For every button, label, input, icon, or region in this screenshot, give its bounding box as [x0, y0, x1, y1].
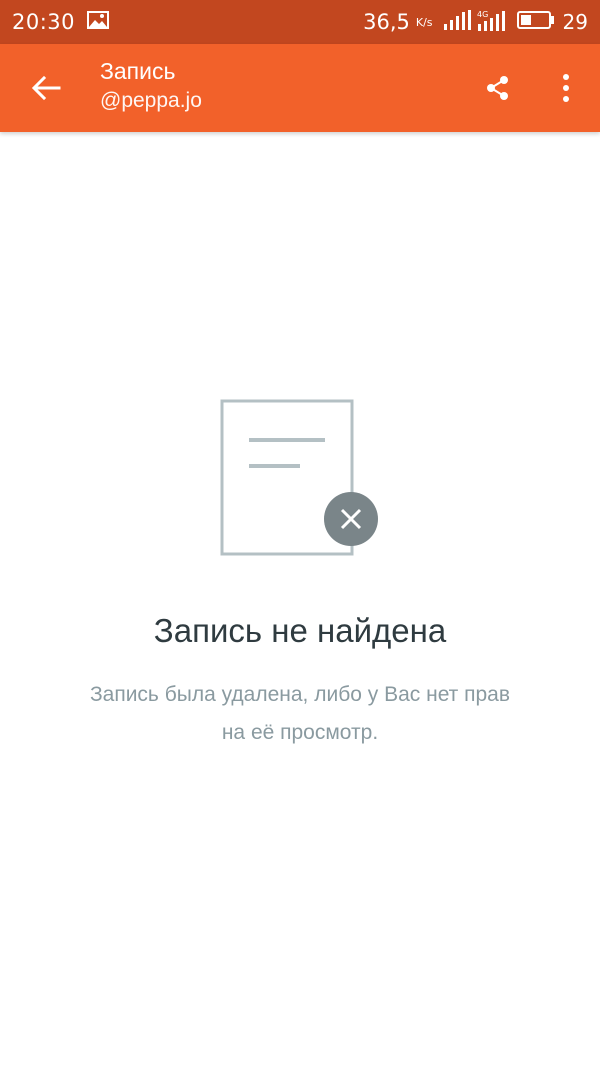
network-type-label: 4G [477, 10, 488, 19]
title-block: Запись @peppa.jo [100, 56, 202, 116]
back-arrow-icon [31, 75, 61, 101]
signal-icon [443, 9, 471, 35]
empty-state-illustration [218, 396, 382, 560]
page-subtitle: @peppa.jo [100, 89, 202, 112]
empty-state-description: Запись была удалена, либо у Вас нет прав… [89, 683, 511, 744]
status-bar: 20:30 36,5 K/s 4G 29 [0, 0, 600, 44]
more-vert-icon [563, 74, 569, 102]
network-speed: 36,5 [363, 10, 410, 34]
document-icon [220, 399, 378, 556]
app-bar: Запись @peppa.jo [0, 44, 600, 132]
network-unit: K/s [415, 15, 433, 29]
battery-icon [516, 10, 555, 35]
empty-state-title: Запись не найдена [153, 612, 447, 649]
status-time: 20:30 [12, 10, 76, 34]
signal-4g-icon: 4G [477, 9, 505, 36]
image-icon [87, 10, 110, 34]
more-options-button[interactable] [544, 66, 588, 110]
battery-level: 29 [562, 10, 588, 34]
back-button[interactable] [24, 66, 68, 110]
share-button[interactable] [476, 66, 520, 110]
close-icon [324, 492, 378, 546]
page-title: Запись [100, 58, 176, 84]
share-icon [487, 76, 508, 100]
